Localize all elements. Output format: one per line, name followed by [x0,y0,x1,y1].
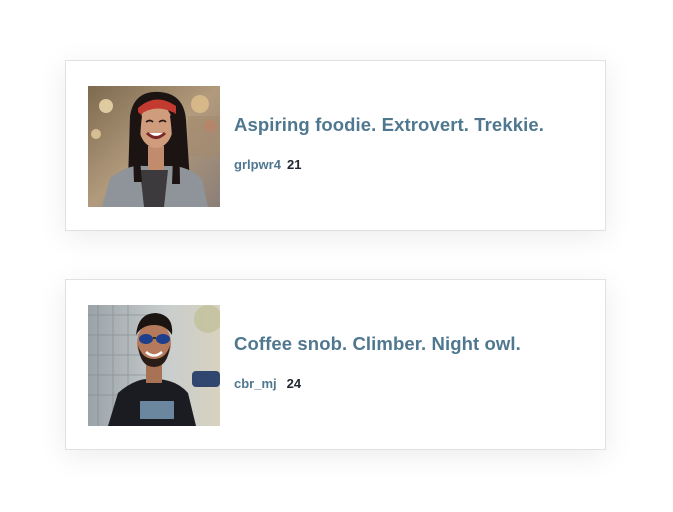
profile-card[interactable]: Coffee snob. Climber. Night owl. cbr_mj 2… [65,279,606,450]
profile-username[interactable]: grlpwr4 [234,157,281,172]
profile-meta: grlpwr4 21 [234,157,301,172]
profile-username[interactable]: cbr_mj [234,376,277,391]
profile-age: 24 [286,376,302,391]
profile-photo[interactable] [88,305,220,426]
profile-photo-woman-image [88,86,220,207]
profile-photo-man-image [88,305,220,426]
profile-bio: Aspiring foodie. Extrovert. Trekkie. [234,114,544,135]
profile-card[interactable]: Aspiring foodie. Extrovert. Trekkie. grl… [65,60,606,231]
profile-age: 21 [286,157,302,172]
profile-meta: cbr_mj 24 [234,376,301,391]
profile-bio: Coffee snob. Climber. Night owl. [234,333,521,354]
profile-photo[interactable] [88,86,220,207]
